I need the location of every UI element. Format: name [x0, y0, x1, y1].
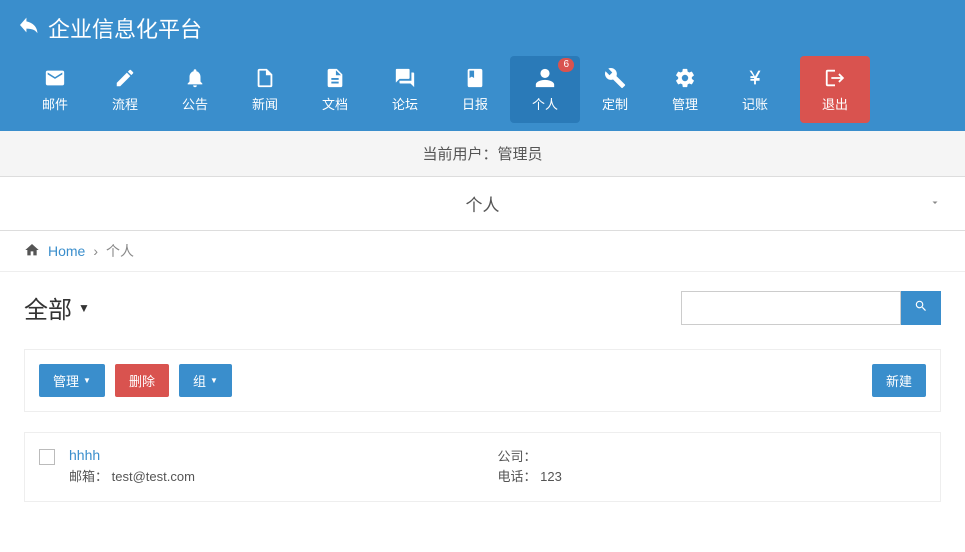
- user-icon: [534, 66, 556, 90]
- nav-label: 日报: [462, 94, 488, 113]
- search-icon: [914, 299, 928, 316]
- delete-button[interactable]: 删除: [115, 364, 169, 397]
- nav-item-1[interactable]: 流程: [90, 56, 160, 123]
- nav-item-7[interactable]: 6 个人: [510, 56, 580, 123]
- section-dropdown[interactable]: 个人: [0, 177, 965, 231]
- nav-item-11[interactable]: 退出: [800, 56, 870, 123]
- chevron-down-icon: [929, 196, 941, 211]
- filter-dropdown[interactable]: 全部 ▼: [24, 290, 90, 325]
- app-title: 企业信息化平台: [48, 12, 202, 44]
- book-icon: [464, 66, 486, 90]
- phone-label: 电话：: [498, 469, 537, 484]
- cogs-icon: [674, 66, 696, 90]
- nav-label: 邮件: [42, 94, 68, 113]
- search-input[interactable]: [681, 291, 901, 325]
- nav-item-10[interactable]: 记账: [720, 56, 790, 123]
- filter-title: 全部: [24, 290, 72, 325]
- nav-item-6[interactable]: 日报: [440, 56, 510, 123]
- new-label: 新建: [886, 371, 912, 390]
- delete-label: 删除: [129, 371, 155, 390]
- breadcrumb: Home › 个人: [0, 231, 965, 272]
- nav-label: 退出: [822, 94, 848, 113]
- phone-value: 123: [540, 469, 562, 484]
- nav-item-8[interactable]: 定制: [580, 56, 650, 123]
- app-title-bar: 企业信息化平台: [0, 0, 965, 56]
- nav-item-2[interactable]: 公告: [160, 56, 230, 123]
- phone-field: 电话： 123: [498, 467, 927, 487]
- current-user-bar: 当前用户：管理员: [0, 131, 965, 177]
- breadcrumb-current: 个人: [106, 241, 134, 261]
- caret-down-icon: ▼: [83, 376, 91, 385]
- nav-label: 管理: [672, 94, 698, 113]
- nav-badge: 6: [558, 58, 574, 72]
- signout-icon: [824, 66, 846, 90]
- nav-label: 论坛: [392, 94, 418, 113]
- group-label: 组: [193, 371, 206, 390]
- bell-icon: [184, 66, 206, 90]
- nav-label: 新闻: [252, 94, 278, 113]
- breadcrumb-sep: ›: [93, 243, 98, 259]
- manage-button[interactable]: 管理 ▼: [39, 364, 105, 397]
- nav-item-5[interactable]: 论坛: [370, 56, 440, 123]
- nav-label: 记账: [742, 94, 768, 113]
- breadcrumb-home[interactable]: Home: [48, 243, 85, 259]
- row-checkbox[interactable]: [39, 449, 55, 465]
- nav-item-4[interactable]: 文档: [300, 56, 370, 123]
- yen-icon: [744, 66, 766, 90]
- email-label: 邮箱：: [69, 469, 108, 484]
- comments-icon: [394, 66, 416, 90]
- toolbar: 管理 ▼ 删除 组 ▼ 新建: [24, 349, 941, 412]
- nav-label: 流程: [112, 94, 138, 113]
- pencil-icon: [114, 66, 136, 90]
- caret-down-icon: ▼: [210, 376, 218, 385]
- nav-label: 公告: [182, 94, 208, 113]
- wrench-icon: [604, 66, 626, 90]
- file-text-icon: [324, 66, 346, 90]
- search-button[interactable]: [901, 291, 941, 325]
- envelope-icon: [44, 66, 66, 90]
- nav-item-9[interactable]: 管理: [650, 56, 720, 123]
- list-item: hhhh 邮箱： test@test.com 公司： 电话： 123: [24, 432, 941, 502]
- nav-item-3[interactable]: 新闻: [230, 56, 300, 123]
- email-value: test@test.com: [112, 469, 195, 484]
- current-user-label: 当前用户：: [422, 146, 497, 163]
- nav-label: 文档: [322, 94, 348, 113]
- caret-down-icon: ▼: [78, 301, 90, 315]
- new-button[interactable]: 新建: [872, 364, 926, 397]
- nav-item-0[interactable]: 邮件: [20, 56, 90, 123]
- nav-label: 个人: [532, 94, 558, 113]
- group-button[interactable]: 组 ▼: [179, 364, 232, 397]
- home-icon: [24, 242, 40, 261]
- section-title: 个人: [466, 196, 500, 215]
- nav-bar: 邮件 流程 公告 新闻 文档 论坛 日报 6 个人 定制 管理 记账 退出: [0, 56, 965, 131]
- leaf-icon: [20, 14, 42, 42]
- file-icon: [254, 66, 276, 90]
- current-user-value: 管理员: [498, 146, 543, 163]
- contact-name[interactable]: hhhh: [69, 447, 498, 463]
- email-field: 邮箱： test@test.com: [69, 467, 498, 487]
- manage-label: 管理: [53, 371, 79, 390]
- nav-label: 定制: [602, 94, 628, 113]
- company-field: 公司：: [498, 447, 927, 467]
- company-label: 公司：: [498, 449, 537, 464]
